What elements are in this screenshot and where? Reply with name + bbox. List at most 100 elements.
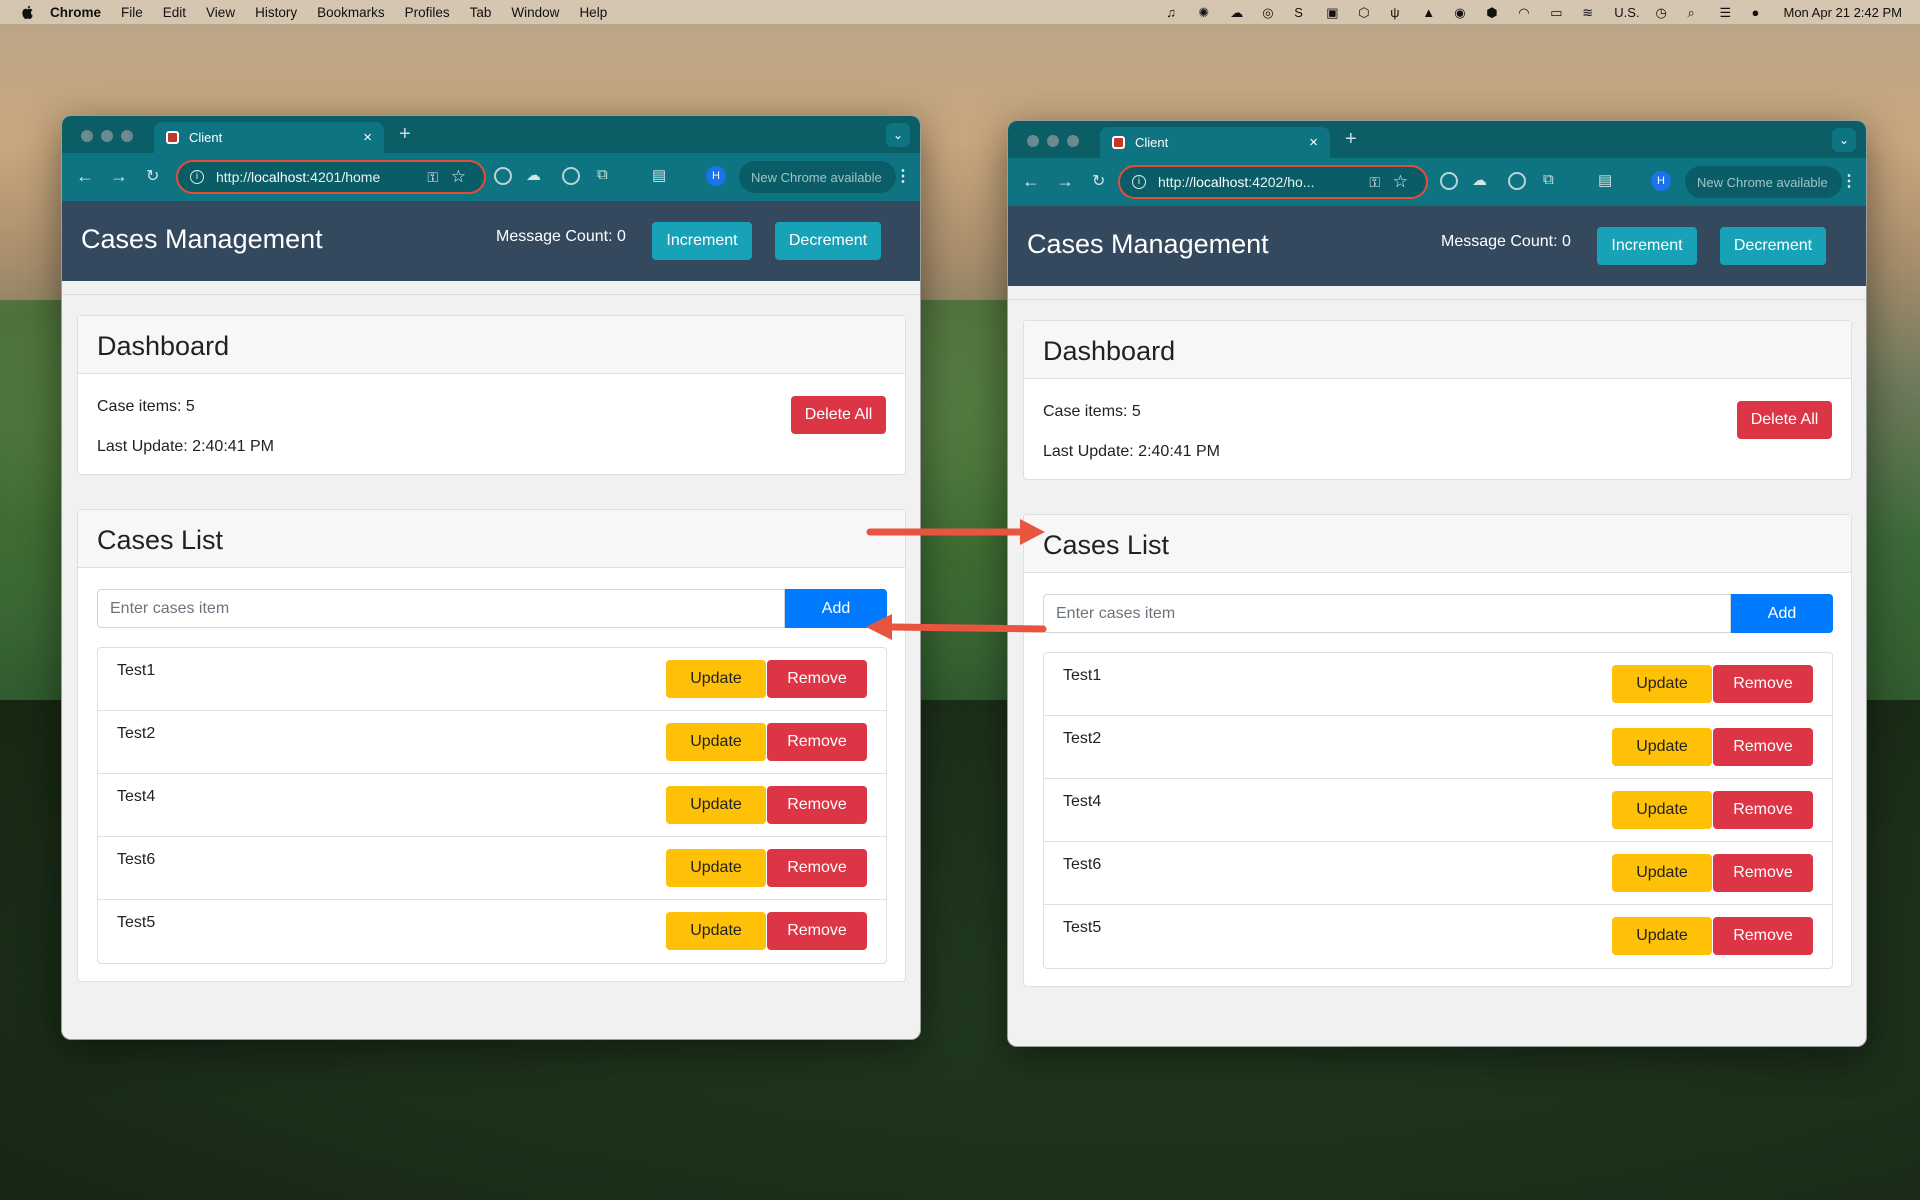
update-button[interactable]: Update <box>1612 854 1712 892</box>
status-icon[interactable]: ◉ <box>1454 5 1470 20</box>
new-tab-icon[interactable]: + <box>1345 128 1357 151</box>
increment-button[interactable]: Increment <box>1597 227 1697 265</box>
remove-button[interactable]: Remove <box>767 786 867 824</box>
zoom-window-button[interactable] <box>1067 135 1079 147</box>
menu-file[interactable]: File <box>121 5 143 20</box>
delete-all-button[interactable]: Delete All <box>1737 401 1832 439</box>
update-button[interactable]: Update <box>1612 665 1712 703</box>
kebab-menu-icon[interactable]: ⋮ <box>1841 171 1857 191</box>
site-info-icon[interactable]: i <box>190 170 204 184</box>
clock-icon[interactable]: ◷ <box>1655 5 1671 20</box>
extension-icon[interactable] <box>1440 172 1458 190</box>
forward-icon[interactable]: → <box>1056 171 1074 192</box>
minimize-window-button[interactable] <box>1047 135 1059 147</box>
update-button[interactable]: Update <box>666 723 766 761</box>
chrome-update-chip[interactable]: New Chrome available <box>1685 166 1842 198</box>
back-icon[interactable]: ← <box>76 166 94 187</box>
password-key-icon[interactable]: ⚿ <box>1369 174 1380 191</box>
reload-icon[interactable]: ↻ <box>1092 171 1105 191</box>
bookmark-star-icon[interactable]: ☆ <box>451 167 466 187</box>
apple-icon[interactable] <box>20 4 36 20</box>
decrement-button[interactable]: Decrement <box>1720 227 1826 265</box>
search-icon[interactable]: ⌕ <box>1687 5 1703 20</box>
close-window-button[interactable] <box>81 130 93 142</box>
profile-avatar[interactable]: H <box>1651 171 1671 191</box>
remove-button[interactable]: Remove <box>1713 665 1813 703</box>
status-icon[interactable]: ▲ <box>1422 5 1438 20</box>
zoom-window-button[interactable] <box>121 130 133 142</box>
extension-icon[interactable] <box>1508 172 1526 190</box>
side-panel-icon[interactable]: ▤ <box>652 166 666 184</box>
status-icon[interactable]: ◎ <box>1262 5 1278 20</box>
update-button[interactable]: Update <box>666 912 766 950</box>
status-icon[interactable]: S <box>1294 5 1310 20</box>
menu-help[interactable]: Help <box>579 5 607 20</box>
delete-all-button[interactable]: Delete All <box>791 396 886 434</box>
address-bar[interactable]: i http://localhost:4202/ho... ⚿ ☆ <box>1118 165 1428 199</box>
remove-button[interactable]: Remove <box>1713 917 1813 955</box>
menu-history[interactable]: History <box>255 5 297 20</box>
decrement-button[interactable]: Decrement <box>775 222 881 260</box>
menu-view[interactable]: View <box>206 5 235 20</box>
cloud-extension-icon[interactable]: ☁ <box>526 166 541 184</box>
site-info-icon[interactable]: i <box>1132 175 1146 189</box>
update-button[interactable]: Update <box>666 660 766 698</box>
address-bar[interactable]: i http://localhost:4201/home ⚿ ☆ <box>176 160 486 194</box>
menu-profiles[interactable]: Profiles <box>405 5 450 20</box>
puzzle-icon[interactable]: ⧉ <box>597 166 608 183</box>
menu-app-name[interactable]: Chrome <box>50 5 101 20</box>
status-icon[interactable]: ◠ <box>1518 5 1534 20</box>
tab-search-icon[interactable]: ⌄ <box>886 123 910 147</box>
menu-tab[interactable]: Tab <box>470 5 492 20</box>
update-button[interactable]: Update <box>1612 917 1712 955</box>
status-icon[interactable]: ⬢ <box>1486 5 1502 20</box>
add-button[interactable]: Add <box>1731 594 1833 633</box>
cloud-icon[interactable]: ☁ <box>1230 5 1246 20</box>
remove-button[interactable]: Remove <box>1713 791 1813 829</box>
new-tab-icon[interactable]: + <box>399 123 411 146</box>
battery-icon[interactable]: ▭ <box>1550 5 1566 20</box>
kebab-menu-icon[interactable]: ⋮ <box>895 166 911 186</box>
remove-button[interactable]: Remove <box>1713 854 1813 892</box>
siri-icon[interactable]: ● <box>1751 5 1767 20</box>
remove-button[interactable]: Remove <box>767 849 867 887</box>
input-source[interactable]: U.S. <box>1614 5 1639 20</box>
reload-icon[interactable]: ↻ <box>146 166 159 186</box>
wifi-icon[interactable]: ≋ <box>1582 5 1598 20</box>
tab-client[interactable]: Client × <box>154 122 384 153</box>
close-tab-icon[interactable]: × <box>363 129 372 146</box>
tab-search-icon[interactable]: ⌄ <box>1832 128 1856 152</box>
close-tab-icon[interactable]: × <box>1309 134 1318 151</box>
minimize-window-button[interactable] <box>101 130 113 142</box>
forward-icon[interactable]: → <box>110 166 128 187</box>
status-icon[interactable]: ⬡ <box>1358 5 1374 20</box>
app-brand[interactable]: Cases Management <box>1027 229 1269 260</box>
puzzle-icon[interactable]: ⧉ <box>1543 171 1554 188</box>
extension-icon[interactable] <box>494 167 512 185</box>
tab-client[interactable]: Client × <box>1100 127 1330 158</box>
status-icon[interactable]: ♫ <box>1166 5 1182 20</box>
profile-avatar[interactable]: H <box>706 166 726 186</box>
remove-button[interactable]: Remove <box>767 912 867 950</box>
bookmark-star-icon[interactable]: ☆ <box>1393 172 1408 192</box>
menu-clock[interactable]: Mon Apr 21 2:42 PM <box>1783 5 1902 20</box>
app-brand[interactable]: Cases Management <box>81 224 323 255</box>
chrome-update-chip[interactable]: New Chrome available <box>739 161 896 193</box>
remove-button[interactable]: Remove <box>1713 728 1813 766</box>
extension-icon[interactable] <box>562 167 580 185</box>
status-icon[interactable]: ▣ <box>1326 5 1342 20</box>
remove-button[interactable]: Remove <box>767 660 867 698</box>
close-window-button[interactable] <box>1027 135 1039 147</box>
password-key-icon[interactable]: ⚿ <box>427 169 438 186</box>
menu-bookmarks[interactable]: Bookmarks <box>317 5 385 20</box>
status-icon[interactable]: ✺ <box>1198 5 1214 20</box>
update-button[interactable]: Update <box>1612 791 1712 829</box>
side-panel-icon[interactable]: ▤ <box>1598 171 1612 189</box>
status-icon[interactable]: ψ <box>1390 5 1406 20</box>
back-icon[interactable]: ← <box>1022 171 1040 192</box>
remove-button[interactable]: Remove <box>767 723 867 761</box>
update-button[interactable]: Update <box>666 849 766 887</box>
menu-edit[interactable]: Edit <box>163 5 186 20</box>
update-button[interactable]: Update <box>666 786 766 824</box>
cases-item-input[interactable]: Enter cases item <box>1043 594 1731 633</box>
